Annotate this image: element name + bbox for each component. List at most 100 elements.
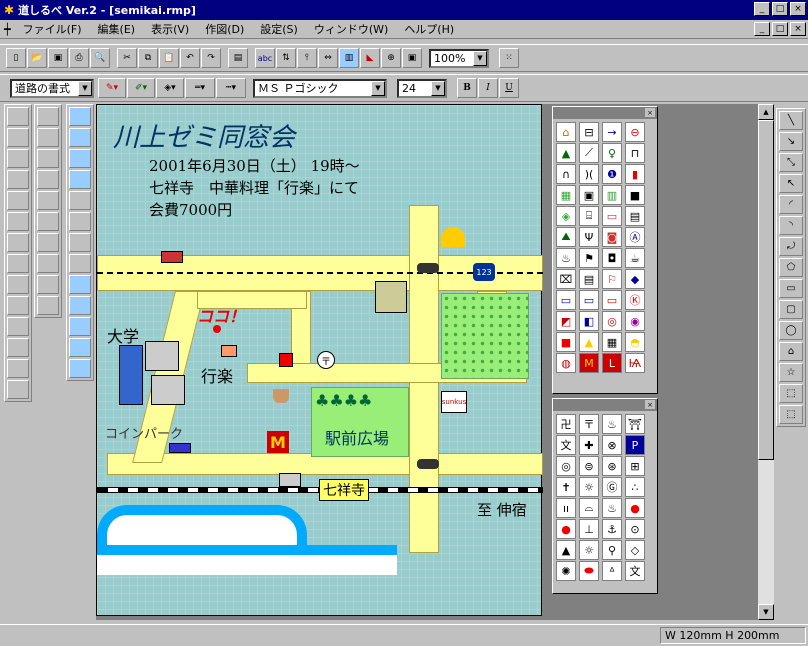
menu-file[interactable]: ファイル(F) xyxy=(15,21,90,37)
shop-icon[interactable]: ▭ xyxy=(556,290,576,310)
flip-icon[interactable]: ⇔ xyxy=(318,48,338,68)
chevron-down-icon[interactable]: ▼ xyxy=(473,50,487,66)
convenience-store-icon[interactable]: sunkus xyxy=(441,391,467,413)
car-icon[interactable] xyxy=(169,443,191,453)
cube-icon[interactable]: ▣ xyxy=(579,185,599,205)
k-icon[interactable]: Ⓚ xyxy=(625,290,645,310)
lawson-icon[interactable]: L xyxy=(602,353,622,373)
map-paper[interactable]: ♣♣♣♣ 〒 M 123 sunkus 川上ゼミ同窓会 2001年6月30日（土… xyxy=(96,104,543,616)
anchor-icon[interactable]: ⊥ xyxy=(579,519,599,539)
curve-icon[interactable]: ⤾ xyxy=(779,237,803,256)
restaurant-label[interactable]: 行楽 xyxy=(201,363,233,387)
factory-icon[interactable]: ⌸ xyxy=(579,206,599,226)
parking-icon[interactable]: P xyxy=(625,435,645,455)
road-corner-icon[interactable] xyxy=(7,149,29,168)
bridge-icon[interactable]: ⊟ xyxy=(579,122,599,142)
fire-station-icon[interactable]: ⊛ xyxy=(602,456,622,476)
shop4-icon[interactable]: ◩ xyxy=(556,311,576,331)
road-hline-icon[interactable] xyxy=(7,296,29,315)
triangle-icon[interactable]: ▲ xyxy=(556,540,576,560)
police-icon[interactable]: ⊗ xyxy=(602,435,622,455)
town-hall-icon[interactable]: ⊜ xyxy=(579,456,599,476)
mcdonalds-icon[interactable]: M xyxy=(579,353,599,373)
river-circle-icon[interactable] xyxy=(69,359,91,378)
bus-icon[interactable] xyxy=(161,251,183,263)
vertical-scrollbar[interactable]: ▲ ▼ xyxy=(758,104,774,620)
onsen2-icon[interactable]: ♨ xyxy=(602,498,622,518)
river-box-icon[interactable] xyxy=(69,296,91,315)
road-u-icon[interactable] xyxy=(7,338,29,357)
rail-switch-icon[interactable] xyxy=(37,149,59,168)
child-restore-button[interactable]: □ xyxy=(772,22,788,36)
sort-icon[interactable]: ⇅ xyxy=(276,48,296,68)
route-sign-icon[interactable]: 123 xyxy=(473,263,495,281)
scroll-thumb[interactable] xyxy=(758,120,774,460)
field-icon[interactable]: ıı xyxy=(556,498,576,518)
road-bend-icon[interactable] xyxy=(7,170,29,189)
line-icon[interactable]: ╲ xyxy=(779,111,803,130)
sun-icon[interactable]: ☼ xyxy=(579,540,599,560)
map-date[interactable]: 2001年6月30日（土） 19時〜 xyxy=(149,155,360,176)
road-wide-icon[interactable] xyxy=(7,212,29,231)
road-style-select[interactable]: 道路の書式 ▼ xyxy=(10,78,94,98)
diamond-icon[interactable]: ◇ xyxy=(625,540,645,560)
apartment-building[interactable] xyxy=(375,281,407,313)
symbol-icon[interactable]: ⊕ xyxy=(381,48,401,68)
a-icon[interactable]: Ⓐ xyxy=(625,227,645,247)
cup-icon[interactable]: ☕ xyxy=(625,248,645,268)
fill-color-icon[interactable]: ✐▾ xyxy=(127,78,155,98)
university-label[interactable]: 大学 xyxy=(107,323,139,347)
bold-button[interactable]: B xyxy=(457,78,477,98)
g-icon[interactable]: Ⓖ xyxy=(602,477,622,497)
river-v-icon[interactable] xyxy=(69,191,91,210)
close-button[interactable]: × xyxy=(790,2,806,16)
drawing-canvas[interactable]: ♣♣♣♣ 〒 M 123 sunkus 川上ゼミ同窓会 2001年6月30日（土… xyxy=(96,104,758,620)
arrow-line-icon[interactable]: ↘ xyxy=(779,132,803,151)
italic-button[interactable]: I xyxy=(478,78,498,98)
doc-icon[interactable]: ┿ xyxy=(0,23,15,36)
shell-icon[interactable]: ◓ xyxy=(625,332,645,352)
river-h-icon[interactable] xyxy=(69,275,91,294)
arc-icon[interactable]: ◜ xyxy=(779,195,803,214)
emblem-icon[interactable]: ⚐ xyxy=(602,269,622,289)
route-icon[interactable]: ❶ xyxy=(602,164,622,184)
arrow-icon[interactable]: → xyxy=(602,122,622,142)
train-icon[interactable] xyxy=(279,473,301,487)
shop8-icon[interactable]: ■ xyxy=(556,332,576,352)
rail-h-icon[interactable] xyxy=(37,233,59,252)
font-size-select[interactable]: 24 ▼ xyxy=(397,78,447,98)
rail-vertical-icon[interactable] xyxy=(37,170,59,189)
sunburst-icon[interactable]: ✺ xyxy=(556,561,576,581)
rail-ladder2-icon[interactable] xyxy=(37,212,59,231)
dotgrid-icon[interactable]: ⁙ xyxy=(499,48,519,68)
mcdonalds-icon[interactable]: M xyxy=(267,431,289,453)
redo-icon[interactable]: ↷ xyxy=(201,48,221,68)
river-u-icon[interactable] xyxy=(69,317,91,336)
child-minimize-button[interactable]: _ xyxy=(754,22,770,36)
zoom-select[interactable]: 100% ▼ xyxy=(429,48,489,68)
shop7-icon[interactable]: ◉ xyxy=(625,311,645,331)
doc-icon[interactable]: ▤ xyxy=(579,269,599,289)
menu-settings[interactable]: 設定(S) xyxy=(252,21,306,37)
road-straight-icon[interactable] xyxy=(7,107,29,126)
spellcheck-icon[interactable]: abc xyxy=(255,48,275,68)
red-dot-icon[interactable]: ● xyxy=(625,498,645,518)
line-color-icon[interactable]: ✎▾ xyxy=(98,78,126,98)
chevron-down-icon[interactable]: ▼ xyxy=(371,80,385,96)
shield-icon[interactable]: ◆ xyxy=(625,269,645,289)
map-title[interactable]: 川上ゼミ同窓会 xyxy=(113,117,295,154)
signal-icon[interactable]: ⟋ xyxy=(579,143,599,163)
cut-icon[interactable]: ✂ xyxy=(117,48,137,68)
ellipse-icon[interactable]: ◯ xyxy=(779,321,803,340)
shop5-icon[interactable]: ◧ xyxy=(579,311,599,331)
shop9-icon[interactable]: ▲ xyxy=(579,332,599,352)
callout2-icon[interactable]: ⬚ xyxy=(779,405,803,424)
double-arrow-icon[interactable]: ⤡ xyxy=(779,153,803,172)
direction-label[interactable]: 至 伸宿 xyxy=(477,499,527,520)
river-v2-icon[interactable] xyxy=(69,212,91,231)
police-icon[interactable]: 〒 xyxy=(317,351,335,369)
harbor-icon[interactable]: ⚓ xyxy=(602,519,622,539)
black-dot-icon[interactable]: ⊙ xyxy=(625,519,645,539)
river[interactable] xyxy=(97,505,307,545)
onsen-icon[interactable]: ♨ xyxy=(556,248,576,268)
